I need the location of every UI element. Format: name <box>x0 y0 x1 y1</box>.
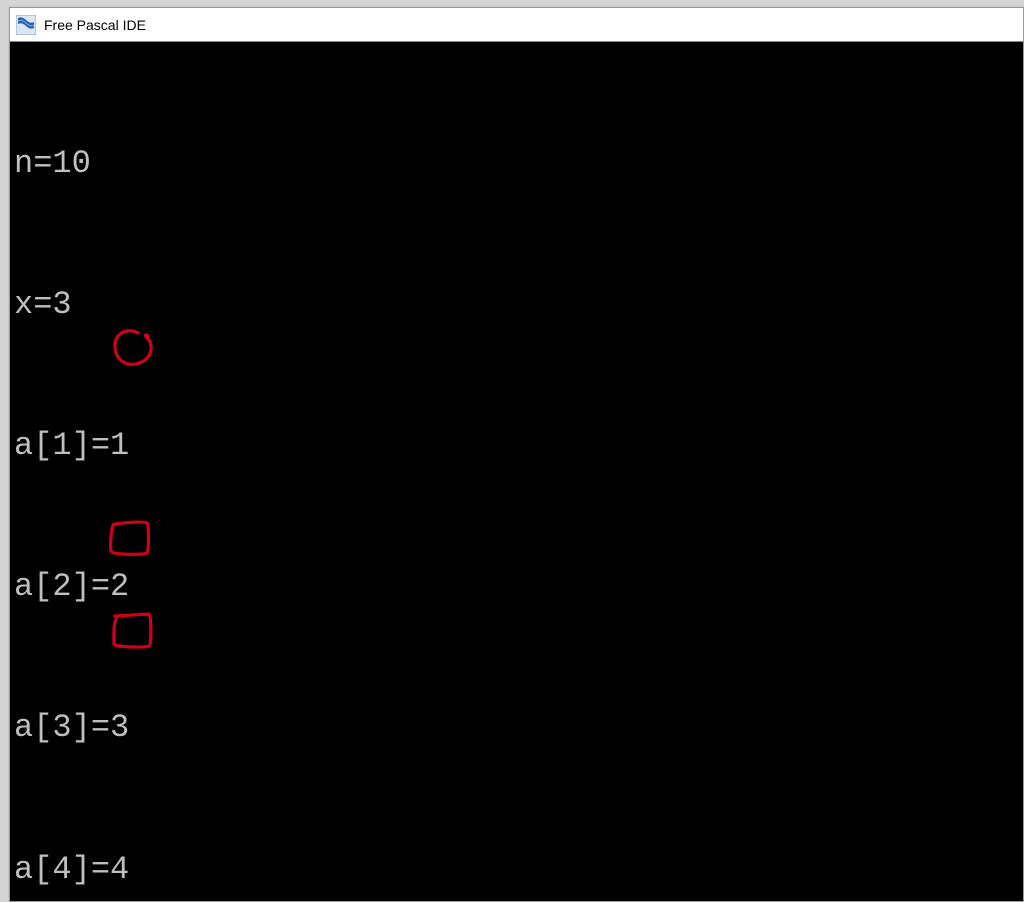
console-line: x=3 <box>14 281 1019 328</box>
window-title: Free Pascal IDE <box>44 17 146 33</box>
console-output: n=10 x=3 a[1]=1 a[2]=2 a[3]=3 a[4]=4 a[5… <box>10 42 1023 901</box>
free-pascal-icon <box>16 15 36 35</box>
console-line: a[4]=4 <box>14 846 1019 893</box>
console-line: a[3]=3 <box>14 704 1019 751</box>
titlebar[interactable]: Free Pascal IDE <box>10 8 1023 42</box>
application-window: Free Pascal IDE n=10 x=3 a[1]=1 a[2]=2 a… <box>9 7 1024 902</box>
console-line: a[2]=2 <box>14 563 1019 610</box>
console-line: a[1]=1 <box>14 422 1019 469</box>
console-line: n=10 <box>14 140 1019 187</box>
